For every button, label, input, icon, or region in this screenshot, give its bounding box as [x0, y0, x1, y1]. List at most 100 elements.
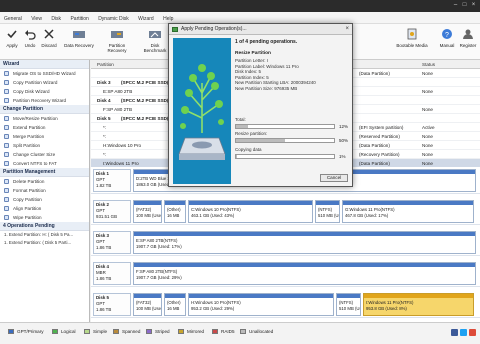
disk-map: Disk 3 GPT 1.86 TB E:SP A80 2TB(NTFS) 1907.7…: [91, 229, 480, 256]
row-name: *:: [103, 125, 107, 130]
undo-button[interactable]: Undo: [22, 26, 38, 48]
partition-block[interactable]: (Other) 16 MB: [164, 200, 186, 223]
disk-info[interactable]: Disk 4 MBR 1.86 TB: [93, 262, 131, 285]
sidebar-item-copy[interactable]: Copy Partition: [0, 195, 89, 204]
apply-button[interactable]: Apply: [4, 26, 20, 48]
user-icon: [463, 29, 473, 39]
data-recovery-label: Data Recovery: [64, 43, 94, 48]
sidebar-item-delete[interactable]: Delete Partition: [0, 177, 89, 186]
sidebar-item-copy-partition-wizard[interactable]: Copy Partition Wizard: [0, 78, 89, 87]
partition-block[interactable]: C:Windows 10 Pro(NTFS) 463.1 GB (Used: 43…: [188, 200, 313, 223]
disk-size: 1.86 TB: [96, 245, 112, 250]
row-name: Disk 3: [97, 80, 111, 85]
partition-label: I:Windows 11 Pro(NTFS): [366, 300, 414, 305]
usage-bar: [134, 294, 161, 298]
partition-size: 467.8 GB (Used: 17%): [345, 212, 389, 218]
disk-benchmark-button[interactable]: Disk Benchmark: [140, 26, 170, 53]
sidebar-item-copy-disk-wizard[interactable]: Copy Disk Wizard: [0, 87, 89, 96]
partition-block[interactable]: (NTFS)510 MB (Use: [336, 293, 361, 316]
partition-recovery-button[interactable]: Partition Recovery: [99, 26, 135, 53]
discard-button[interactable]: Discard: [40, 26, 58, 48]
sidebar-item-split[interactable]: Split Partition: [0, 141, 89, 150]
partition-block[interactable]: E:SP A80 2TB(NTFS) 1907.7 GB (Used: 17%): [133, 231, 476, 254]
pending-operation[interactable]: 1. Extend Partition: ( Disk 5 Parti...: [0, 239, 89, 247]
data-recovery-button[interactable]: Data Recovery: [64, 26, 94, 48]
sidebar-item-format[interactable]: Format Partition: [0, 186, 89, 195]
resize-progress: [235, 138, 335, 143]
usage-bar: [165, 294, 185, 298]
partition-block[interactable]: I:Windows 11 Pro(NTFS) 953.8 GB (Used: 8%…: [363, 293, 474, 316]
copy-disk-icon: [4, 89, 9, 94]
split-icon: [4, 143, 9, 148]
bootable-media-button[interactable]: Bootable Media: [396, 26, 428, 48]
detail-line: New Partition Size: 976935 MB: [235, 85, 298, 91]
partition-type: (Data Partition): [359, 71, 390, 76]
partition-size: 16 MB: [167, 305, 180, 311]
sidebar-head-wizard: Wizard: [0, 60, 89, 69]
sidebar-item-partition-recovery-wizard[interactable]: Partition Recovery Wizard: [0, 96, 89, 105]
legend-label: Spanned: [122, 329, 141, 334]
sidebar-item-label: Copy Partition: [13, 197, 42, 202]
sidebar-item-label: Wipe Partition: [13, 215, 42, 220]
minimize-icon[interactable]: –: [452, 2, 459, 9]
legend-label: Mirrored: [187, 329, 205, 334]
disk-info[interactable]: Disk 2 GPT 931.51 GB: [93, 200, 131, 223]
close-icon[interactable]: ×: [470, 2, 477, 9]
disk-info[interactable]: Disk 3 GPT 1.86 TB: [93, 231, 131, 254]
sidebar-item-convert-ntfs[interactable]: Convert NTFS to FAT: [0, 159, 89, 168]
usage-bar: [189, 201, 312, 205]
partition-size: 100 MB (Use: [136, 305, 162, 311]
app-window: – □ × General View Disk Partition Dynami…: [0, 0, 480, 344]
resize-progress-fill: [236, 139, 285, 142]
partition-block[interactable]: (NTFS)510 MB (Use: [315, 200, 340, 223]
undo-icon: [25, 30, 36, 40]
close-icon[interactable]: ×: [345, 24, 349, 35]
sidebar-item-merge[interactable]: Merge Partition: [0, 132, 89, 141]
twitter-icon[interactable]: [460, 329, 467, 336]
sidebar-item-extend[interactable]: Extend Partition: [0, 123, 89, 132]
disk-info[interactable]: Disk 5 GPT 1.86 TB: [93, 293, 131, 316]
sidebar-item-label: Extend Partition: [13, 125, 46, 130]
partition-block[interactable]: H:Windows 10 Pro(NTFS) 953.2 GB (Used: 29…: [188, 293, 334, 316]
partition-text: H:Windows 10 Pro(NTFS) 953.2 GB (Used: 29…: [191, 300, 241, 311]
sidebar-item-align[interactable]: Align Partition: [0, 204, 89, 213]
partition-block[interactable]: (FAT32) 100 MB (Use: [133, 293, 162, 316]
disk-map: Disk 5 GPT 1.86 TB (FAT32) 100 MB (Use (Other…: [91, 291, 480, 318]
google-plus-icon[interactable]: [469, 329, 476, 336]
row-status: None: [422, 143, 433, 148]
sidebar-item-wipe[interactable]: Wipe Partition: [0, 213, 89, 222]
legend-item: Unallocated: [240, 328, 273, 335]
resize-label: Resize partition:: [235, 131, 268, 136]
undo-label: Undo: [24, 43, 36, 48]
total-label: Total:: [235, 117, 246, 122]
partition-size: 953.8 GB (Used: 8%): [366, 305, 407, 311]
row-name: *:: [103, 152, 107, 157]
register-button[interactable]: Register: [457, 26, 479, 48]
sidebar-item-label: Copy Partition Wizard: [13, 80, 58, 85]
merge-icon: [4, 134, 9, 139]
disk-benchmark-label: Disk Benchmark: [143, 43, 167, 53]
sidebar-item-cluster-size[interactable]: Change Cluster Size: [0, 150, 89, 159]
usage-bar: [316, 201, 339, 205]
partition-block[interactable]: (Other) 16 MB: [164, 293, 186, 316]
disk-info[interactable]: Disk 1 GPT 1.82 TB: [93, 169, 131, 192]
facebook-icon[interactable]: [451, 329, 458, 336]
sidebar-item-move-resize[interactable]: Move/Resize Partition: [0, 114, 89, 123]
partition-block[interactable]: G:Windows 11 Pro(NTFS) 467.8 GB (Used: 17…: [342, 200, 474, 223]
manual-label: Manual: [439, 43, 455, 48]
cancel-button[interactable]: Cancel: [320, 174, 348, 182]
sidebar-item-label: Merge Partition: [13, 134, 45, 139]
col-partition[interactable]: Partition: [97, 60, 114, 69]
maximize-icon[interactable]: □: [461, 2, 468, 9]
operation-title: Resize Partition: [235, 51, 271, 56]
copy-progress-fill: [236, 155, 237, 158]
partition-size: 1907.7 GB (Used: 29%): [136, 274, 182, 280]
partition-block[interactable]: (FAT32) 100 MB (Use: [133, 200, 162, 223]
pending-operation[interactable]: 1. Extend Partition: H: ( Disk 5 Pa...: [0, 231, 89, 239]
sidebar-item-migrate-os[interactable]: Migrate OS to SSD/HD Wizard: [0, 69, 89, 78]
row-detail: (Reserved Partition): [359, 134, 400, 139]
partition-block[interactable]: F:SP A80 2TB(NTFS) 1907.7 GB (Used: 29%): [133, 262, 476, 285]
col-status[interactable]: Status: [422, 60, 435, 69]
manual-button[interactable]: ? Manual: [438, 26, 456, 48]
partition-size: 510 MB (Use: [318, 212, 339, 218]
